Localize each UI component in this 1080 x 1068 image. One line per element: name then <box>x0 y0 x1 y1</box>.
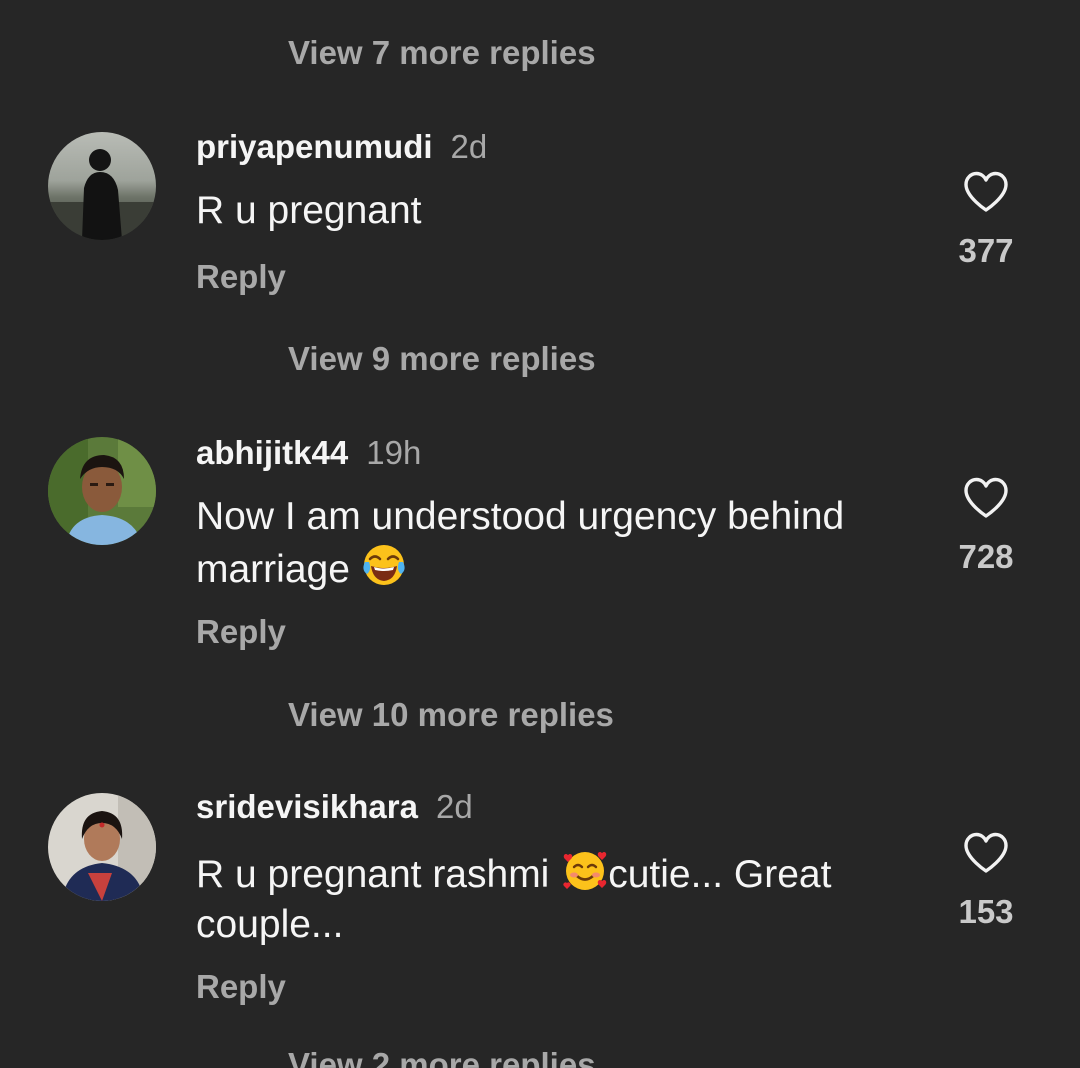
like-count: 153 <box>958 893 1014 930</box>
username[interactable]: sridevisikhara <box>196 788 418 825</box>
face-with-tears-of-joy-icon <box>363 545 405 585</box>
avatar[interactable] <box>48 793 156 901</box>
reply-button[interactable]: Reply <box>196 968 286 1006</box>
like-count: 728 <box>958 538 1014 575</box>
avatar[interactable] <box>48 132 156 240</box>
comment-text: Now I am understood urgency behind marri… <box>196 492 916 595</box>
timestamp: 2d <box>450 128 488 165</box>
timestamp: 2d <box>435 788 473 825</box>
like-count: 377 <box>958 232 1014 269</box>
view-more-replies-link[interactable]: View 10 more replies <box>288 696 614 734</box>
comments-screen: View 7 more replies priyapenumudi 2d R u… <box>0 0 1080 1068</box>
timestamp: 19h <box>366 434 422 471</box>
comment-text-part: cutie... Great <box>608 853 832 896</box>
avatar[interactable] <box>48 437 156 545</box>
comment-text: R u pregnant <box>196 189 422 232</box>
reply-button[interactable]: Reply <box>196 258 286 296</box>
comment-text-line: Now I am understood urgency behind <box>196 495 845 538</box>
comment-text-line: marriage <box>196 548 350 591</box>
heart-outline-icon[interactable] <box>962 170 1010 214</box>
like-control: 728 <box>946 476 1026 576</box>
like-control: 377 <box>946 170 1026 270</box>
username[interactable]: abhijitk44 <box>196 434 348 471</box>
comment-text-line: couple... <box>196 903 344 946</box>
view-more-replies-link[interactable]: View 9 more replies <box>288 340 596 378</box>
reply-button[interactable]: Reply <box>196 613 286 651</box>
comment-text-part: R u pregnant rashmi <box>196 853 550 896</box>
comment-meta: priyapenumudi 2d <box>196 128 487 166</box>
comment-text: R u pregnant rashmi cutie... Great coupl… <box>196 847 916 950</box>
comment-meta: sridevisikhara 2d <box>196 788 473 826</box>
view-more-replies-link[interactable]: View 7 more replies <box>288 34 596 72</box>
comment-meta: abhijitk44 19h <box>196 434 421 472</box>
like-control: 153 <box>946 831 1026 931</box>
username[interactable]: priyapenumudi <box>196 128 433 165</box>
heart-outline-icon[interactable] <box>962 476 1010 520</box>
view-more-replies-link[interactable]: View 2 more replies <box>288 1046 596 1068</box>
smiling-face-with-hearts-icon <box>563 851 607 890</box>
heart-outline-icon[interactable] <box>962 831 1010 875</box>
